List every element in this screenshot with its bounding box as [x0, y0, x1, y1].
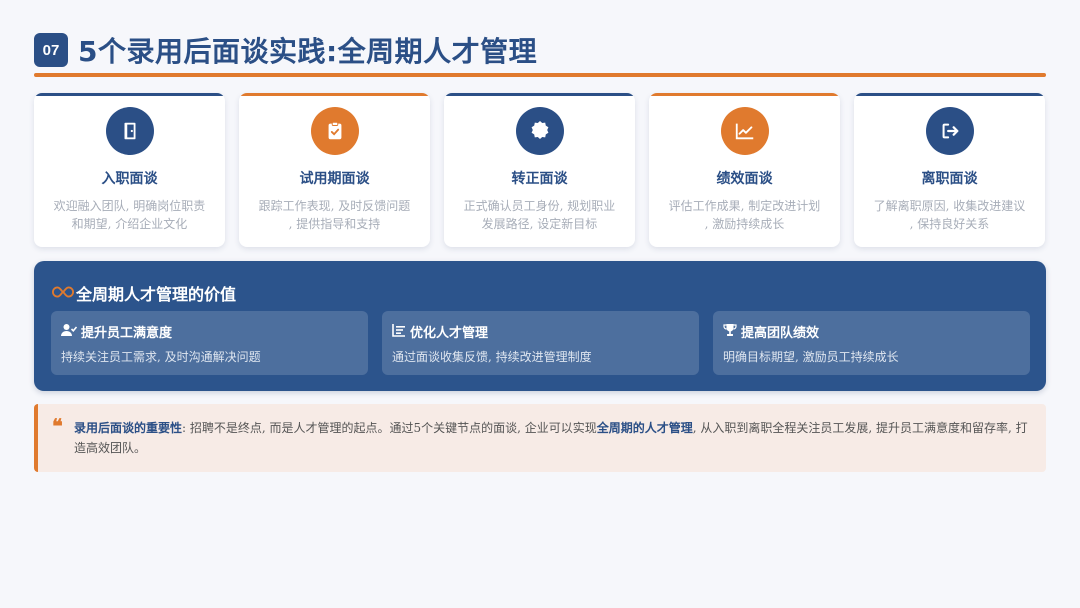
value-item: 优化人才管理 通过面谈收集反馈, 持续改进管理制度 — [382, 311, 699, 375]
card-top-accent — [649, 93, 840, 96]
card-onboarding-interview: 入职面谈 欢迎融入团队, 明确岗位职责 和期望, 介绍企业文化 — [34, 93, 225, 247]
list-sort-icon — [392, 323, 410, 341]
card-description: 了解离职原因, 收集改进建议, 保持良好关系 — [873, 199, 1026, 231]
sign-out-icon — [925, 107, 974, 155]
clipboard-check-icon — [310, 107, 359, 155]
callout-text: : 招聘不是终点, 而是人才管理的起点。通过5个关键节点的面谈, 企业可以实现 — [182, 421, 597, 435]
card-top-accent — [34, 93, 225, 96]
card-description: 跟踪工作表现, 及时反馈问题, 提供指导和支持 — [258, 199, 411, 231]
importance-callout: ❝ 录用后面谈的重要性: 招聘不是终点, 而是人才管理的起点。通过5个关键节点的… — [34, 404, 1046, 472]
value-panel: 全周期人才管理的价值 提升员工满意度 持续关注员工需求, 及时沟通解决问题 优化… — [34, 261, 1046, 391]
value-panel-title: 全周期人才管理的价值 — [76, 285, 237, 304]
value-item: 提高团队绩效 明确目标期望, 激励员工持续成长 — [713, 311, 1030, 375]
card-title: 转正面谈 — [511, 171, 568, 187]
header-divider — [34, 73, 1046, 77]
card-regularization-interview: 转正面谈 正式确认员工身份, 规划职业 发展路径, 设定新目标 — [444, 93, 635, 247]
door-exit-icon — [105, 107, 154, 155]
page-title: 5个录用后面谈实践:全周期人才管理 — [78, 35, 538, 68]
interview-cards: 入职面谈 欢迎融入团队, 明确岗位职责 和期望, 介绍企业文化 试用期面谈 跟踪工… — [34, 93, 1046, 247]
card-title: 试用期面谈 — [299, 171, 370, 187]
certificate-badge-icon — [515, 107, 564, 155]
value-item-title: 提高团队绩效 — [741, 326, 820, 341]
value-item-description: 明确目标期望, 激励员工持续成长 — [723, 350, 899, 364]
value-items: 提升员工满意度 持续关注员工需求, 及时沟通解决问题 优化人才管理 通过面谈收集… — [51, 311, 1030, 375]
value-item-title: 优化人才管理 — [410, 326, 489, 341]
value-item-title: 提升员工满意度 — [81, 326, 173, 341]
line-chart-icon — [720, 107, 769, 155]
card-title: 绩效面谈 — [716, 171, 773, 187]
card-title: 入职面谈 — [101, 171, 158, 187]
card-probation-interview: 试用期面谈 跟踪工作表现, 及时反馈问题, 提供指导和支持 — [239, 93, 430, 247]
value-panel-header: 全周期人才管理的价值 — [52, 281, 236, 305]
user-check-icon — [61, 323, 81, 341]
quote-mark-icon: ❝ — [52, 416, 63, 438]
slide-header: 07 5个录用后面谈实践:全周期人才管理 — [34, 30, 537, 70]
infinity-icon — [52, 284, 74, 303]
callout-highlight: 全周期的人才管理 — [596, 421, 693, 435]
card-description: 评估工作成果, 制定改进计划, 激励持续成长 — [668, 199, 821, 231]
value-item: 提升员工满意度 持续关注员工需求, 及时沟通解决问题 — [51, 311, 368, 375]
card-top-accent — [239, 93, 430, 96]
card-performance-interview: 绩效面谈 评估工作成果, 制定改进计划, 激励持续成长 — [649, 93, 840, 247]
card-exit-interview: 离职面谈 了解离职原因, 收集改进建议, 保持良好关系 — [854, 93, 1045, 247]
callout-lead: 录用后面谈的重要性 — [74, 421, 183, 435]
trophy-icon — [723, 323, 741, 341]
card-top-accent — [444, 93, 635, 96]
card-description: 正式确认员工身份, 规划职业 发展路径, 设定新目标 — [463, 199, 616, 231]
card-description: 欢迎融入团队, 明确岗位职责 和期望, 介绍企业文化 — [53, 199, 206, 231]
card-title: 离职面谈 — [921, 171, 978, 187]
card-top-accent — [854, 93, 1045, 96]
value-item-description: 持续关注员工需求, 及时沟通解决问题 — [61, 350, 261, 364]
section-number-badge: 07 — [34, 33, 68, 67]
value-item-description: 通过面谈收集反馈, 持续改进管理制度 — [392, 350, 592, 364]
